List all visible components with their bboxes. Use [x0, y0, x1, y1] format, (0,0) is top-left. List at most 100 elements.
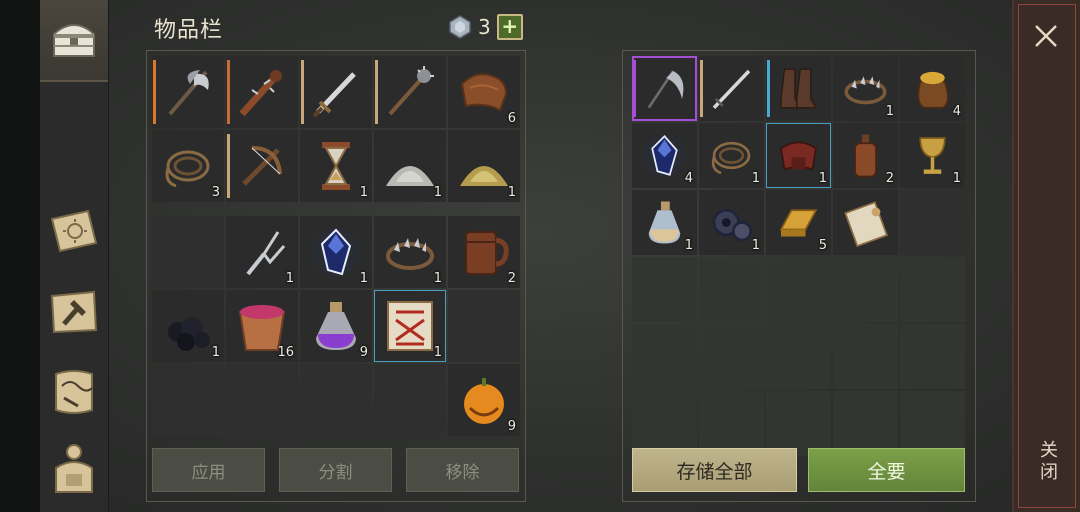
inventory-slot[interactable] [152, 216, 224, 288]
inventory-slot[interactable] [833, 257, 898, 322]
inventory-slot[interactable]: 1 [632, 190, 697, 255]
inventory-slot[interactable]: 1 [226, 216, 298, 288]
inventory-slot[interactable] [833, 324, 898, 389]
gem-counter: 3 + [448, 14, 523, 40]
inventory-slot[interactable] [152, 56, 224, 128]
spiked-club-icon [239, 70, 282, 117]
item-quantity: 1 [433, 271, 442, 286]
inventory-slot[interactable] [632, 56, 697, 121]
inventory-slot[interactable]: 5 [766, 190, 831, 255]
rarity-bar [227, 60, 230, 124]
inventory-slot[interactable]: 1 [699, 123, 764, 188]
add-gems-button[interactable]: + [496, 14, 523, 40]
inventory-slot[interactable] [766, 324, 831, 389]
gem-count: 3 [478, 15, 491, 39]
take-all-button[interactable]: 全要 [808, 448, 965, 492]
rarity-bar [700, 60, 703, 117]
gold-sack-icon [917, 71, 949, 109]
inventory-slot[interactable] [766, 391, 831, 456]
inventory-slot[interactable] [699, 324, 764, 389]
store-all-button[interactable]: 存储全部 [632, 448, 797, 492]
apply-button[interactable]: 应用 [152, 448, 265, 492]
item-quantity: 1 [285, 271, 294, 286]
paper-roll-icon [844, 201, 889, 247]
mace-icon [388, 66, 434, 116]
crystal-icon [312, 228, 360, 276]
inventory-slot[interactable] [152, 364, 224, 436]
inventory-slot[interactable]: 1 [152, 290, 224, 362]
inventory-slot[interactable]: 9 [300, 290, 372, 362]
inventory-slot[interactable] [833, 190, 898, 255]
map-scroll-icon[interactable] [46, 364, 102, 420]
inventory-slot[interactable] [632, 391, 697, 456]
inventory-slot[interactable]: 1 [448, 130, 520, 202]
item-quantity: 4 [952, 104, 961, 119]
building-hammer-icon[interactable] [46, 284, 102, 340]
item-quantity: 1 [751, 171, 760, 186]
rope-icon [711, 141, 751, 175]
gem-icon [449, 15, 471, 39]
inventory-slot[interactable] [833, 391, 898, 456]
inventory-slot[interactable] [300, 364, 372, 436]
chest-icon [46, 10, 102, 66]
inventory-slot[interactable]: 6 [448, 56, 520, 128]
saddle-icon [780, 141, 817, 171]
inventory-slot[interactable] [699, 391, 764, 456]
close-bar[interactable] [1012, 0, 1080, 512]
inventory-slot[interactable] [699, 257, 764, 322]
inventory-slot[interactable]: 1 [833, 56, 898, 121]
close-label[interactable]: 关闭 [1032, 440, 1060, 484]
left-edge [0, 0, 40, 512]
item-quantity: 5 [818, 238, 827, 253]
goblet-icon [919, 137, 946, 174]
inventory-slot[interactable]: 1 [300, 216, 372, 288]
inventory-slot[interactable] [300, 56, 372, 128]
inventory-slot[interactable] [900, 324, 965, 389]
sidebar [40, 0, 109, 512]
item-quantity: 1 [359, 185, 368, 200]
split-button[interactable]: 分割 [279, 448, 392, 492]
character-backpack-icon[interactable] [46, 440, 102, 496]
inventory-slot[interactable]: 2 [448, 216, 520, 288]
blue-potion-icon [648, 201, 681, 244]
inventory-slot[interactable]: 1 [300, 130, 372, 202]
inventory-slot[interactable]: 2 [833, 123, 898, 188]
inventory-slot[interactable] [766, 56, 831, 121]
inventory-slot[interactable] [226, 364, 298, 436]
inventory-slot[interactable] [699, 56, 764, 121]
item-quantity: 1 [359, 271, 368, 286]
inventory-slot[interactable]: 1 [900, 123, 965, 188]
close-icon[interactable] [1030, 20, 1062, 52]
remove-button[interactable]: 移除 [406, 448, 519, 492]
inventory-slot[interactable]: 1 [374, 216, 446, 288]
inventory-slot[interactable]: 9 [448, 364, 520, 436]
inventory-slot[interactable]: 1 [766, 123, 831, 188]
inventory-slot[interactable] [374, 364, 446, 436]
inventory-slot[interactable] [900, 257, 965, 322]
sword-icon [312, 72, 356, 118]
sidebar-inventory-tab[interactable] [40, 0, 108, 82]
item-quantity: 1 [684, 238, 693, 253]
pumpkin-icon [464, 378, 504, 424]
inventory-slot[interactable] [632, 257, 697, 322]
inventory-slot[interactable]: 3 [152, 130, 224, 202]
inventory-slot[interactable] [900, 391, 965, 456]
inventory-slot[interactable]: 1 [699, 190, 764, 255]
boots-icon [780, 68, 818, 109]
inventory-slot[interactable] [448, 290, 520, 362]
inventory-slot[interactable] [632, 324, 697, 389]
inventory-slot[interactable]: 4 [900, 56, 965, 121]
inventory-slot[interactable] [374, 56, 446, 128]
item-quantity: 1 [507, 185, 516, 200]
inventory-slot[interactable]: 4 [632, 123, 697, 188]
red-scroll-icon [387, 301, 433, 351]
rarity-bar [301, 60, 304, 124]
inventory-slot[interactable]: 16 [226, 290, 298, 362]
inventory-slot[interactable] [766, 257, 831, 322]
crafting-book-icon[interactable] [46, 203, 102, 259]
inventory-slot[interactable] [226, 130, 298, 202]
inventory-slot[interactable]: 1 [374, 130, 446, 202]
inventory-slot[interactable] [900, 190, 965, 255]
inventory-slot[interactable]: 1 [374, 290, 446, 362]
inventory-slot[interactable] [226, 56, 298, 128]
